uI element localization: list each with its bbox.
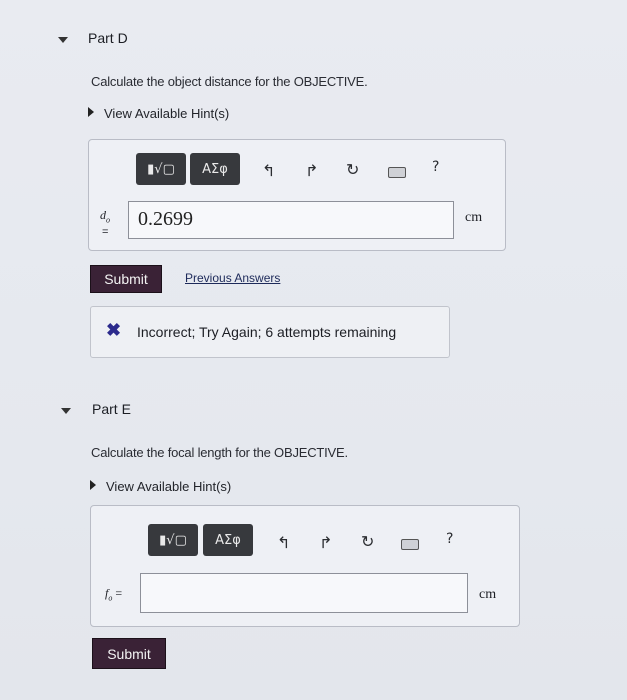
greek-symbols-button[interactable]: ΑΣφ — [203, 524, 253, 556]
part-e-submit-button[interactable]: Submit — [92, 638, 166, 669]
feedback-text: Incorrect; Try Again; 6 attempts remaini… — [137, 324, 397, 340]
part-e-hints-link[interactable]: View Available Hint(s) — [106, 479, 231, 494]
part-d-collapse-icon[interactable] — [58, 37, 68, 43]
templates-icon: ▮√▢ — [147, 161, 175, 177]
part-d-hint-expand-icon[interactable] — [88, 107, 94, 117]
part-d-answer-panel: ▮√▢ ΑΣφ ↰ ↱ ↻ ? do = 0.2699 cm — [88, 139, 506, 251]
part-d-prompt: Calculate the object distance for the OB… — [91, 74, 368, 89]
redo-icon[interactable]: ↱ — [319, 533, 332, 552]
answer-input[interactable]: 0.2699 — [128, 201, 454, 239]
templates-button[interactable]: ▮√▢ — [148, 524, 198, 556]
undo-icon[interactable]: ↰ — [262, 161, 275, 180]
reset-icon[interactable]: ↻ — [361, 532, 374, 551]
part-e-title: Part E — [92, 401, 131, 417]
help-icon[interactable]: ? — [446, 531, 453, 547]
part-d-title: Part D — [88, 30, 128, 46]
part-e-prompt: Calculate the focal length for the OBJEC… — [91, 445, 348, 460]
templates-button[interactable]: ▮√▢ — [136, 153, 186, 185]
equals-sign: = — [102, 226, 109, 238]
incorrect-x-icon: ✖ — [106, 320, 122, 340]
part-e-hint-expand-icon[interactable] — [90, 480, 96, 490]
feedback-box: ✖ Incorrect; Try Again; 6 attempts remai… — [90, 306, 450, 358]
redo-icon[interactable]: ↱ — [305, 161, 318, 180]
answer-value: 0.2699 — [138, 208, 193, 230]
part-d-submit-button[interactable]: Submit — [90, 265, 162, 293]
help-icon[interactable]: ? — [432, 159, 439, 175]
variable-label: fo = — [105, 586, 123, 603]
unit-label: cm — [465, 210, 483, 225]
unit-label: cm — [479, 587, 497, 602]
reset-icon[interactable]: ↻ — [346, 160, 359, 179]
greek-symbols-button[interactable]: ΑΣφ — [190, 153, 240, 185]
variable-label: do — [100, 208, 110, 225]
part-d-hints-link[interactable]: View Available Hint(s) — [104, 106, 229, 121]
keyboard-icon[interactable] — [388, 167, 406, 178]
undo-icon[interactable]: ↰ — [277, 533, 290, 552]
keyboard-icon[interactable] — [401, 539, 419, 550]
answer-input[interactable] — [140, 573, 468, 613]
part-e-collapse-icon[interactable] — [61, 408, 71, 414]
previous-answers-link[interactable]: Previous Answers — [185, 271, 280, 285]
templates-icon: ▮√▢ — [159, 532, 187, 548]
part-e-answer-panel: ▮√▢ ΑΣφ ↰ ↱ ↻ ? fo = cm — [90, 505, 520, 627]
